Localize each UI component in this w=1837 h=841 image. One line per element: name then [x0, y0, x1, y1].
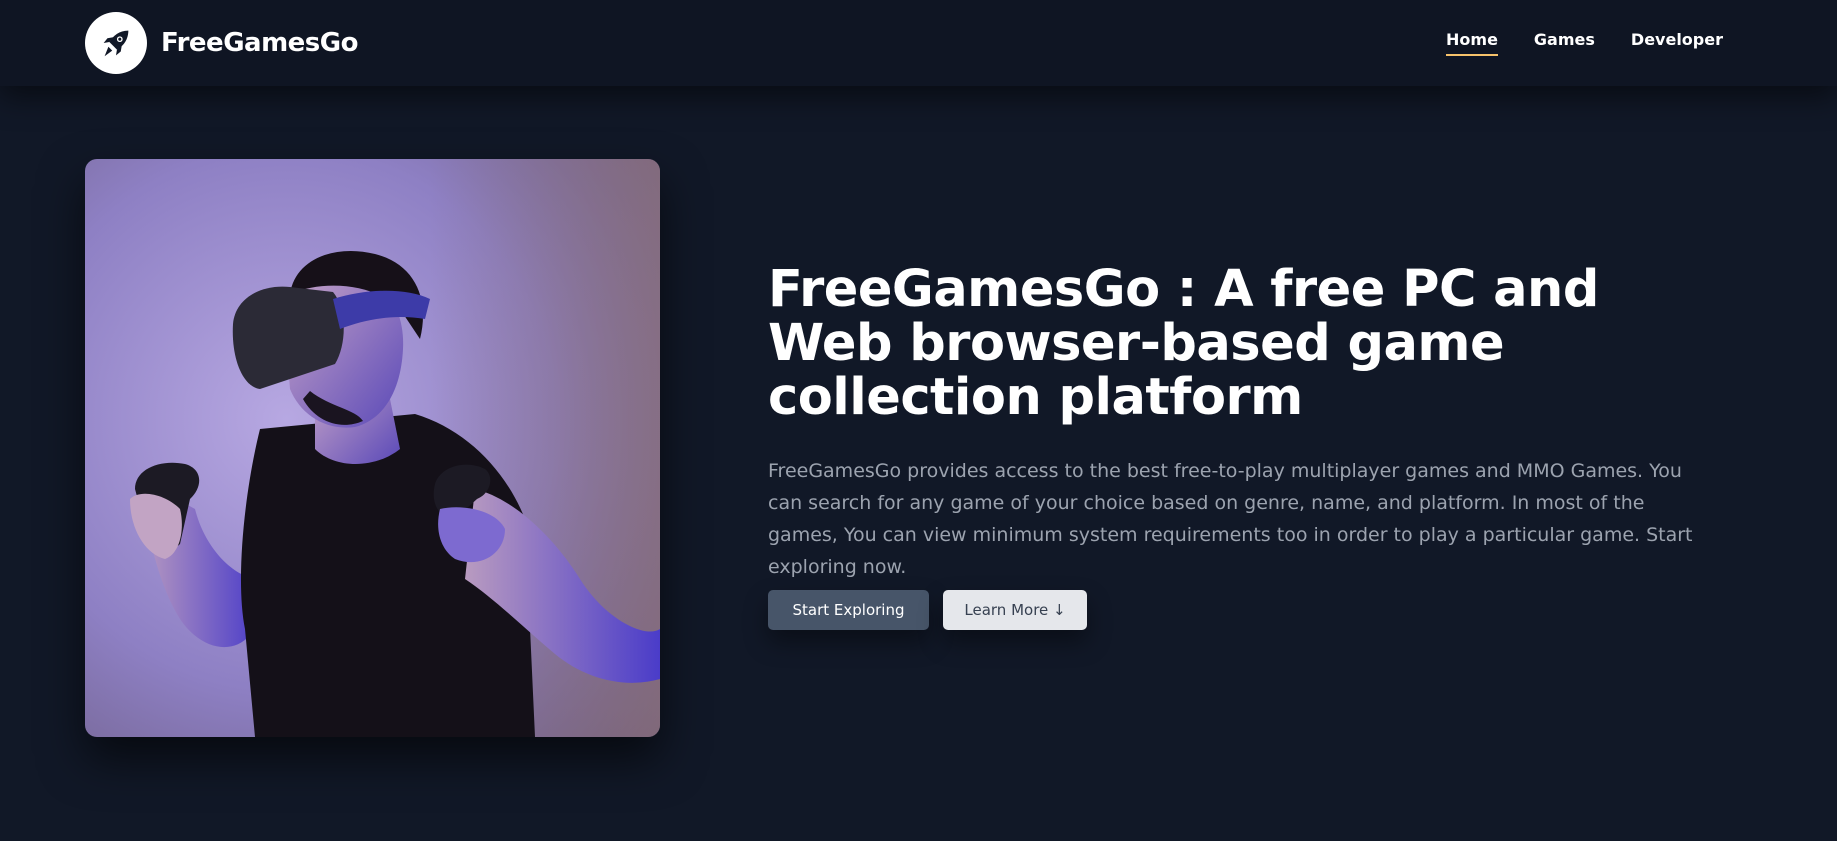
- hero-title: FreeGamesGo : A free PC and Web browser-…: [768, 260, 1599, 427]
- hero-description: FreeGamesGo provides access to the best …: [768, 460, 1693, 578]
- rocket-icon: [103, 30, 129, 57]
- hero-image: [85, 159, 660, 737]
- logo: [85, 12, 147, 74]
- nav-developer[interactable]: Developer: [1631, 30, 1723, 56]
- nav-home[interactable]: Home: [1446, 30, 1498, 56]
- start-exploring-button[interactable]: Start Exploring: [768, 590, 929, 630]
- hero-actions: Start Exploring Learn More ↓: [768, 590, 1087, 630]
- nav-games[interactable]: Games: [1534, 30, 1595, 56]
- navbar: FreeGamesGo Home Games Developer: [0, 0, 1837, 86]
- learn-more-button[interactable]: Learn More ↓: [943, 590, 1087, 630]
- brand-link[interactable]: FreeGamesGo: [85, 12, 358, 74]
- main-nav: Home Games Developer: [1446, 30, 1723, 56]
- brand-name: FreeGamesGo: [161, 28, 358, 58]
- vr-gamer-photo: [85, 159, 660, 737]
